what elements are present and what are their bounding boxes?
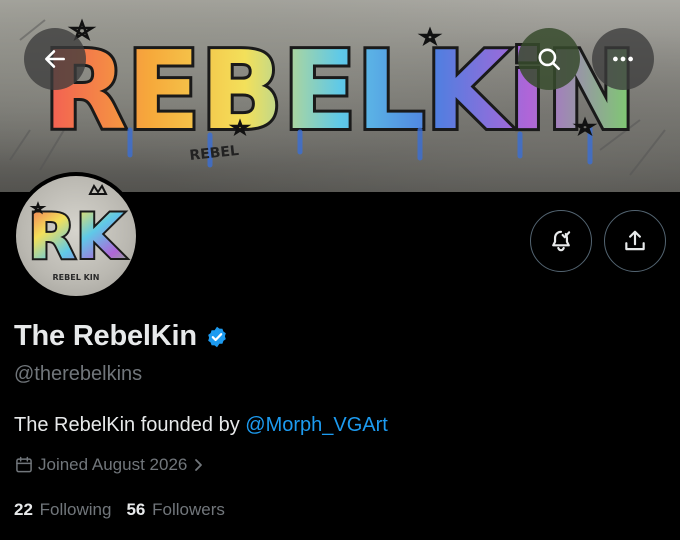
avatar-caption: REBEL KIN	[53, 273, 100, 282]
following-link[interactable]: 22 Following	[14, 500, 111, 520]
search-icon	[538, 48, 561, 71]
bio-mention-link[interactable]: @Morph_VGArt	[245, 414, 388, 436]
bell-check-icon	[552, 230, 571, 252]
following-label: Following	[39, 500, 112, 519]
search-button[interactable]	[518, 28, 580, 90]
profile-banner[interactable]: REBELKiN REBEL	[0, 0, 680, 192]
calendar-icon	[16, 456, 32, 473]
crown-icon	[88, 184, 108, 195]
profile-handle: @therebelkins	[14, 363, 143, 385]
profile-name-row: The RebelKin	[14, 320, 229, 353]
more-horizontal-icon	[613, 56, 633, 62]
chevron-right-icon	[195, 459, 203, 471]
followers-label: Followers	[152, 500, 225, 519]
followers-count: 56	[126, 500, 146, 519]
banner-graffiti-art: REBELKiN REBEL	[0, 0, 680, 192]
avatar-graffiti-art: RK REBEL KIN	[26, 184, 128, 282]
profile-bio: The RebelKin founded by @Morph_VGArt	[14, 414, 388, 437]
verified-badge-icon[interactable]	[205, 325, 229, 349]
follow-stats: 22 Following 56 Followers	[14, 500, 240, 520]
more-options-button[interactable]	[592, 28, 654, 90]
following-count: 22	[14, 500, 33, 519]
notifications-button[interactable]	[530, 210, 592, 272]
avatar-image: RK REBEL KIN	[16, 176, 136, 296]
share-button[interactable]	[604, 210, 666, 272]
joined-date[interactable]: Joined August 2026	[14, 455, 209, 475]
avatar-monogram: RK	[28, 200, 126, 273]
followers-link[interactable]: 56 Followers	[126, 500, 224, 520]
profile-avatar[interactable]: RK REBEL KIN	[12, 172, 140, 300]
arrow-left-icon	[45, 50, 65, 68]
back-button[interactable]	[24, 28, 86, 90]
bio-text: The RebelKin founded by	[14, 414, 246, 436]
share-icon	[625, 230, 645, 251]
joined-text: Joined August 2026	[38, 455, 188, 474]
display-name: The RebelKin	[14, 320, 197, 352]
